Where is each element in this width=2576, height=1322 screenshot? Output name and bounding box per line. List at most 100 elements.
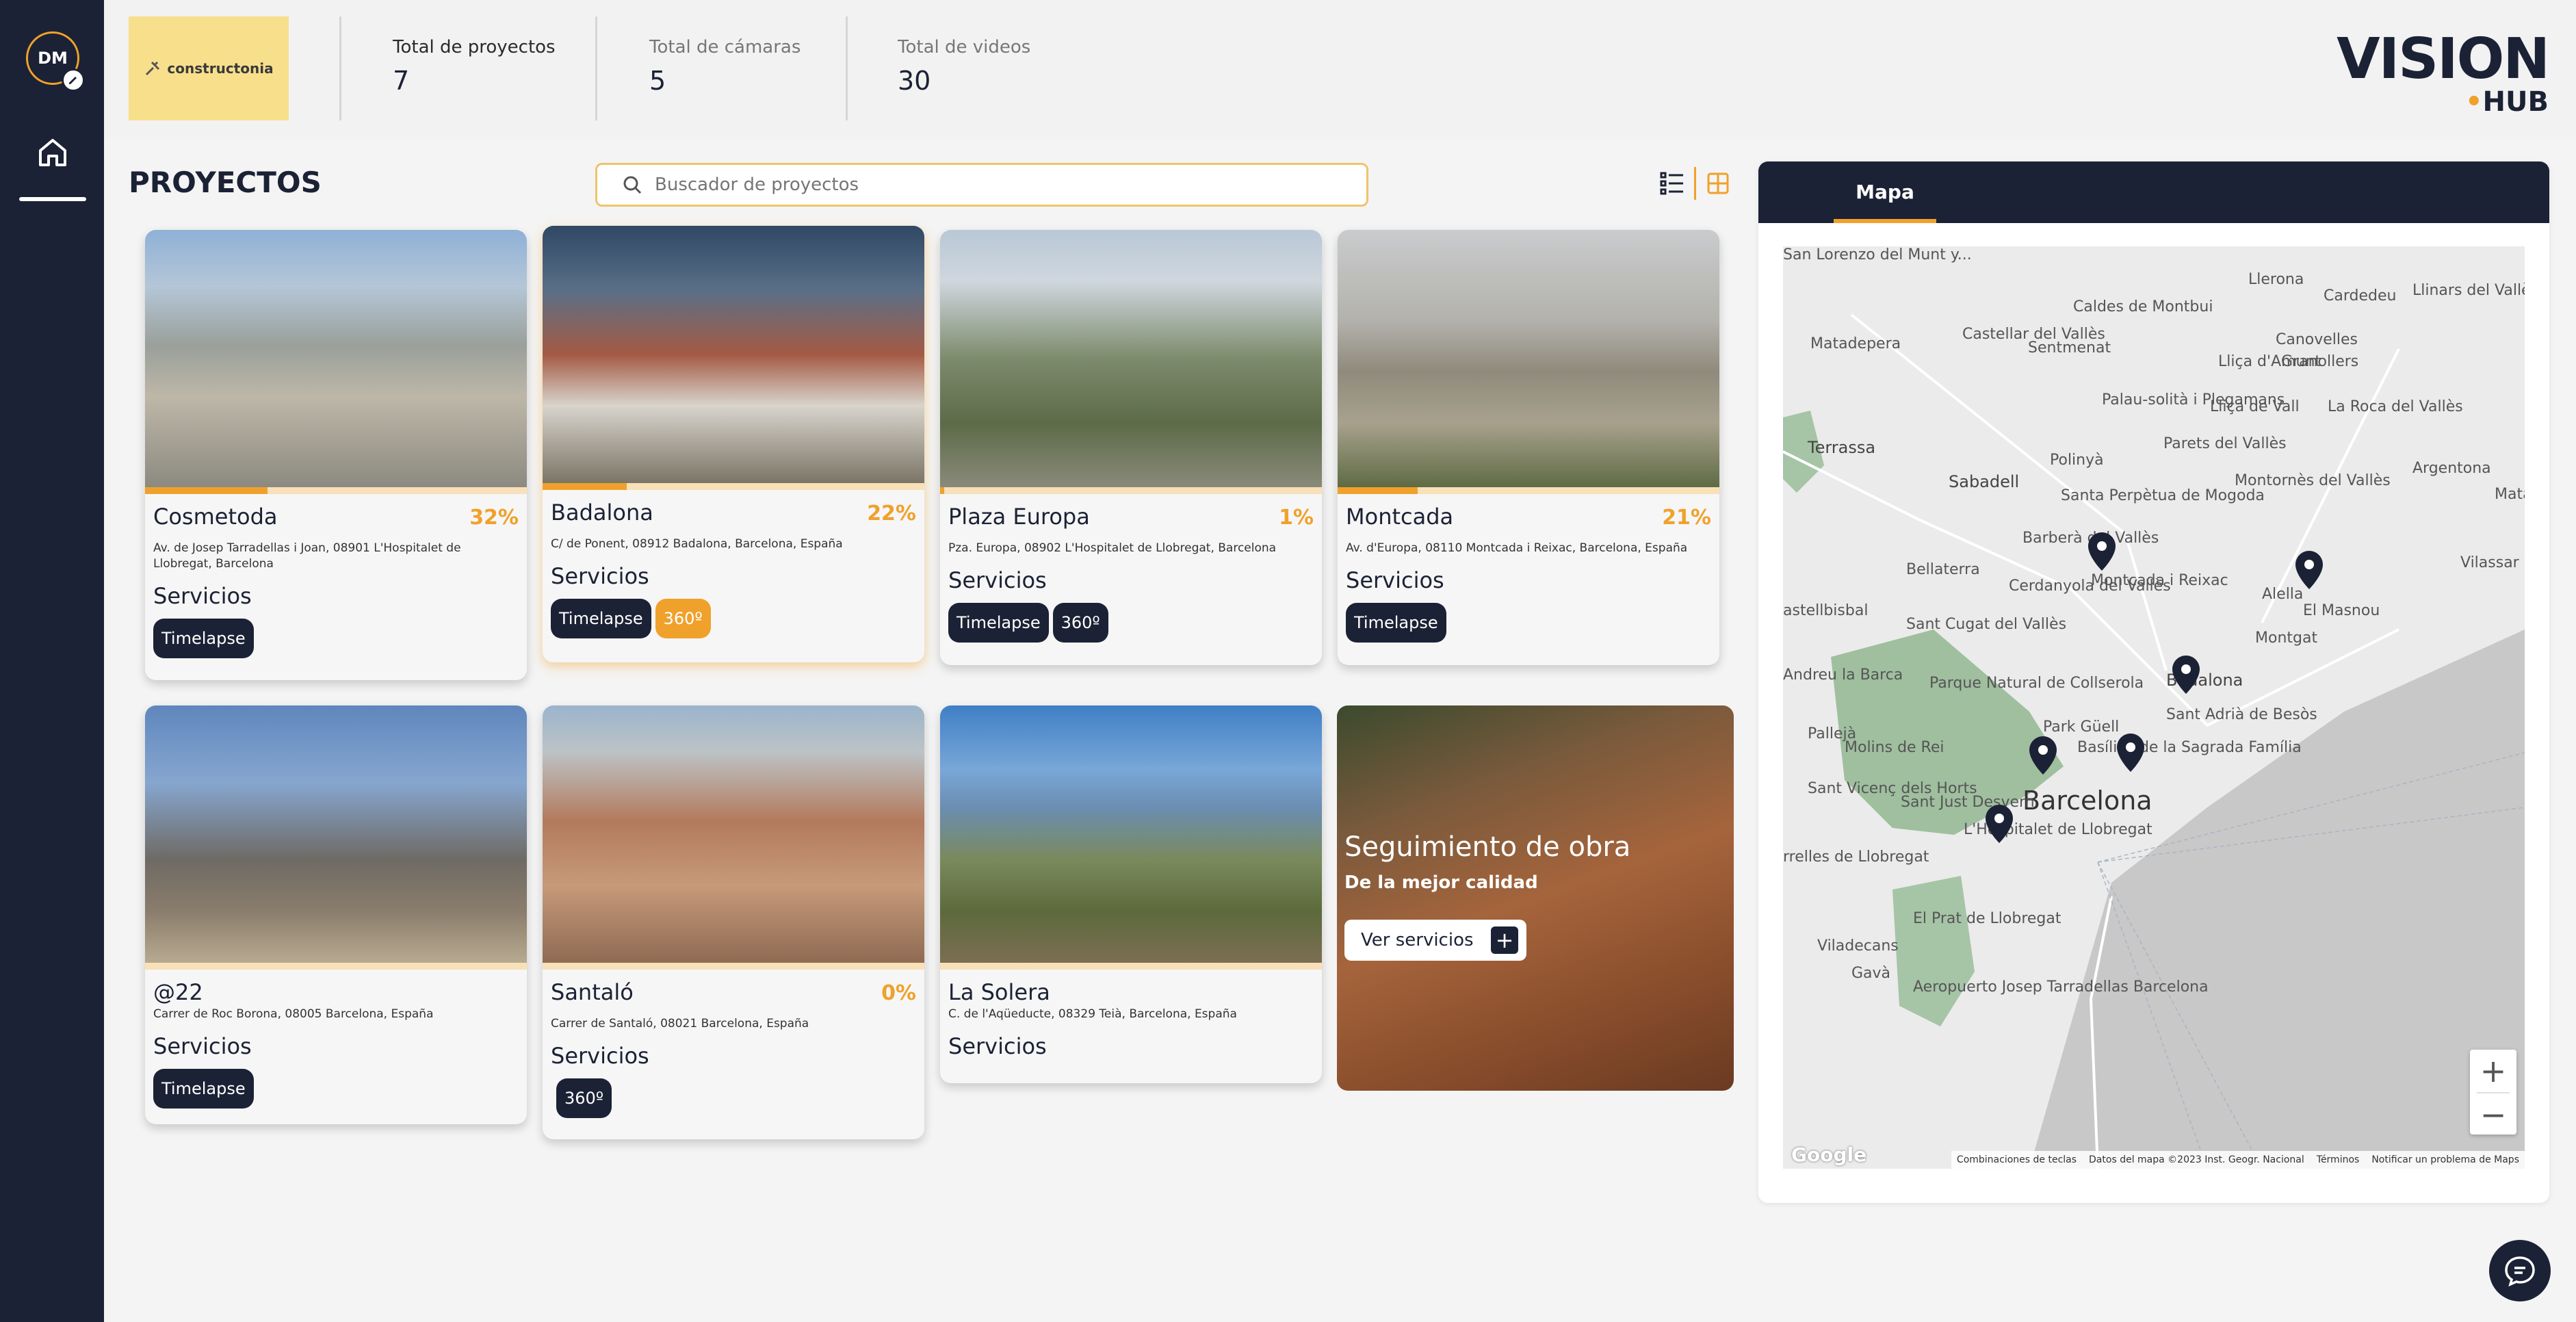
stat-total-videos: Total de videos 30 bbox=[898, 37, 1030, 96]
map-label: Sabadell bbox=[1949, 472, 2020, 491]
stat-value: 30 bbox=[898, 66, 931, 96]
map-label: astellbisbal bbox=[1783, 602, 1869, 619]
search-box[interactable] bbox=[595, 163, 1368, 207]
sidebar: DM bbox=[0, 0, 104, 1322]
promo-title: Seguimiento de obra bbox=[1344, 831, 1631, 863]
project-address: C. de l'Aqüeducte, 08329 Teià, Barcelona… bbox=[948, 1007, 1237, 1021]
map-label: Matadepera bbox=[1810, 335, 1901, 352]
map-pin-icon[interactable] bbox=[2088, 532, 2116, 571]
stat-value: 5 bbox=[649, 66, 666, 96]
map-pin-icon[interactable] bbox=[2029, 736, 2057, 775]
project-address: Pza. Europa, 08902 L'Hospitalet de Llobr… bbox=[948, 541, 1277, 555]
project-card[interactable]: @22 Carrer de Roc Borona, 08005 Barcelon… bbox=[145, 705, 527, 1124]
map-label: Santa Perpètua de Mogoda bbox=[2061, 487, 2265, 504]
map-label: Cerdanyola del Vallès bbox=[2009, 578, 2171, 595]
map-label-barcelona: Barcelona bbox=[2022, 786, 2152, 816]
chat-button[interactable] bbox=[2489, 1240, 2551, 1301]
project-percent: 1% bbox=[1279, 506, 1314, 530]
tag-timelapse[interactable]: Timelapse bbox=[948, 602, 1049, 643]
header: constructonia Total de proyectos 7 Total… bbox=[104, 0, 2576, 137]
map-panel: Mapa San Lorenzo del Munt y... Matadeper… bbox=[1758, 161, 2549, 1203]
map-label: La Roca del Vallès bbox=[2328, 398, 2463, 415]
project-name: Badalona bbox=[551, 500, 653, 526]
list-view-icon[interactable] bbox=[1658, 170, 1686, 197]
map-label: Montgat bbox=[2255, 630, 2318, 647]
progress-bar bbox=[940, 963, 1322, 970]
map-pin-icon[interactable] bbox=[2295, 551, 2323, 589]
project-name: La Solera bbox=[948, 979, 1050, 1005]
stat-total-projects: Total de proyectos 7 bbox=[393, 37, 556, 96]
map-attribution: Combinaciones de teclas Datos del mapa ©… bbox=[1951, 1151, 2525, 1169]
map[interactable]: San Lorenzo del Munt y... Matadepera Cas… bbox=[1783, 246, 2525, 1169]
map-label: Gavà bbox=[1851, 965, 1891, 982]
map-pin-icon[interactable] bbox=[2172, 656, 2200, 694]
keyboard-shortcuts-link[interactable]: Combinaciones de teclas bbox=[1957, 1154, 2077, 1165]
progress-bar bbox=[543, 963, 924, 970]
map-label: Llerona bbox=[2248, 271, 2304, 288]
map-label: Basílica de la Sagrada Família bbox=[2077, 739, 2302, 756]
project-card[interactable]: Plaza Europa 1% Pza. Europa, 08902 L'Hosp… bbox=[940, 230, 1322, 665]
stat-label: Total de videos bbox=[898, 37, 1031, 57]
map-label: El Prat de Llobregat bbox=[1913, 910, 2061, 927]
project-card[interactable]: Cosmetoda 32% Av. de Josep Tarradellas i … bbox=[145, 230, 527, 680]
zoom-in-button[interactable]: + bbox=[2470, 1050, 2516, 1092]
map-label: Andreu la Barca bbox=[1783, 666, 1903, 684]
project-image bbox=[543, 705, 924, 963]
report-problem-link[interactable]: Notificar un problema de Maps bbox=[2371, 1154, 2519, 1165]
project-address: C/ de Ponent, 08912 Badalona, Barcelona,… bbox=[551, 537, 843, 551]
progress-bar bbox=[145, 963, 527, 970]
company-name: constructonia bbox=[167, 60, 274, 77]
map-label: Terrassa bbox=[1808, 438, 1876, 457]
map-background bbox=[1783, 246, 2525, 1169]
project-address: Av. de Josep Tarradellas i Joan, 08901 L… bbox=[153, 541, 461, 571]
progress-bar bbox=[940, 487, 1322, 494]
terms-link[interactable]: Términos bbox=[2317, 1154, 2360, 1165]
promo-card: Seguimiento de obra De la mejor calidad … bbox=[1337, 705, 1734, 1091]
map-label: Llinars del Vallès bbox=[2412, 282, 2525, 299]
services-label: Servicios bbox=[153, 1033, 252, 1059]
services-label: Servicios bbox=[551, 1042, 649, 1069]
company-logo: constructonia bbox=[129, 16, 289, 120]
project-card[interactable]: Montcada 21% Av. d'Europa, 08110 Montcada… bbox=[1338, 230, 1719, 665]
tag-360[interactable]: 360º bbox=[556, 1078, 612, 1118]
project-image bbox=[940, 230, 1322, 487]
map-label: Parque Natural de Collserola bbox=[1929, 675, 2144, 692]
tag-timelapse[interactable]: Timelapse bbox=[551, 598, 651, 638]
map-label: Sant Just Desvern bbox=[1901, 794, 2035, 811]
project-card[interactable]: Badalona 22% C/ de Ponent, 08912 Badalona… bbox=[543, 226, 924, 662]
view-services-label: Ver servicios bbox=[1361, 930, 1474, 950]
brand-logo: VISION •HUB bbox=[2337, 27, 2550, 118]
tag-timelapse[interactable]: Timelapse bbox=[1346, 602, 1446, 643]
tag-timelapse[interactable]: Timelapse bbox=[153, 1068, 254, 1109]
project-name: Santaló bbox=[551, 979, 634, 1005]
plus-icon: + bbox=[1491, 926, 1518, 954]
tab-map[interactable]: Mapa bbox=[1834, 178, 1936, 223]
brand-main: VISION bbox=[2337, 27, 2550, 92]
services-label: Servicios bbox=[948, 567, 1047, 593]
grid-view-icon[interactable] bbox=[1704, 170, 1732, 197]
services-label: Servicios bbox=[153, 582, 252, 609]
map-data-text: Datos del mapa ©2023 Inst. Geogr. Nacion… bbox=[2089, 1154, 2304, 1165]
project-percent: 0% bbox=[881, 981, 916, 1005]
stat-total-cameras: Total de cámaras 5 bbox=[649, 37, 801, 96]
map-label: Canovelles bbox=[2276, 331, 2358, 348]
avatar-initials: DM bbox=[38, 49, 68, 68]
map-label: Park Güell bbox=[2043, 718, 2120, 736]
tag-timelapse[interactable]: Timelapse bbox=[153, 618, 254, 658]
zoom-out-button[interactable]: − bbox=[2470, 1093, 2516, 1136]
project-card[interactable]: La Solera C. de l'Aqüeducte, 08329 Teià,… bbox=[940, 705, 1322, 1083]
view-services-button[interactable]: Ver servicios + bbox=[1344, 920, 1526, 961]
map-pin-icon[interactable] bbox=[2117, 734, 2144, 772]
tag-360[interactable]: 360º bbox=[655, 598, 711, 638]
project-name: Plaza Europa bbox=[948, 504, 1090, 530]
tag-360[interactable]: 360º bbox=[1052, 602, 1108, 643]
chat-icon bbox=[2505, 1256, 2535, 1287]
home-icon[interactable] bbox=[34, 134, 71, 171]
pencil-icon[interactable] bbox=[62, 68, 85, 92]
search-icon bbox=[623, 176, 642, 194]
search-input[interactable] bbox=[655, 174, 1366, 195]
map-pin-icon[interactable] bbox=[1986, 805, 2013, 843]
promo-subtitle: De la mejor calidad bbox=[1344, 872, 1538, 893]
project-card[interactable]: Santaló 0% Carrer de Santaló, 08021 Barce… bbox=[543, 705, 924, 1139]
divider bbox=[339, 16, 341, 120]
